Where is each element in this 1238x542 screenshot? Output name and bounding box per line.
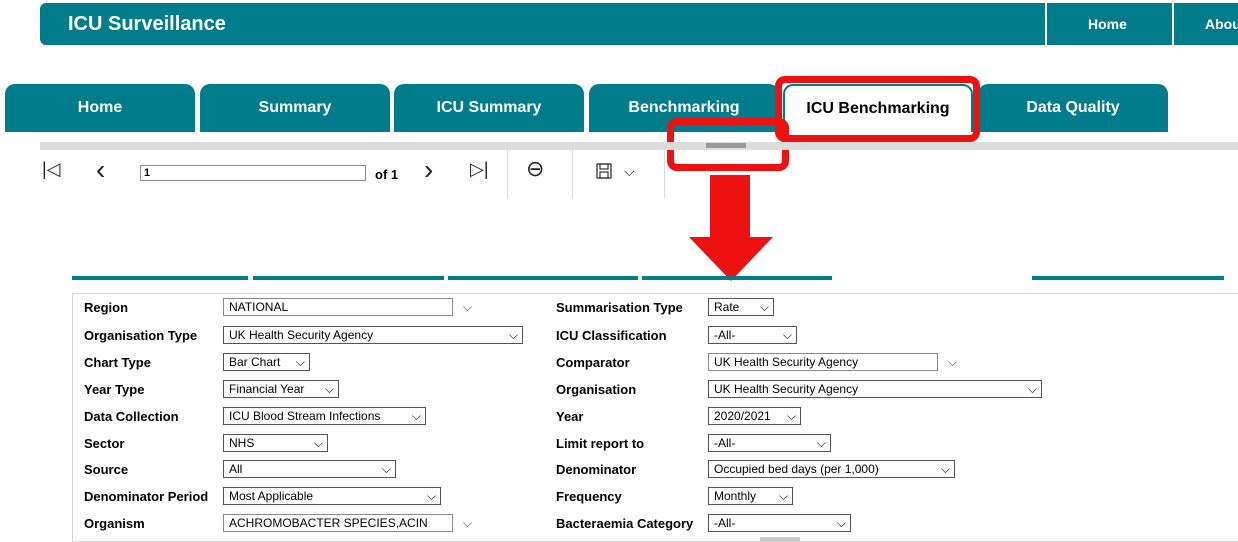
chevron-down-icon: ⌵ xyxy=(759,300,769,314)
previous-page-icon[interactable]: ‹ xyxy=(96,156,105,184)
param-label-comparator: Comparator xyxy=(556,355,630,370)
tab-icu-summary[interactable]: ICU Summary xyxy=(394,84,584,132)
report-toolbar-divider xyxy=(40,142,1238,150)
chevron-down-icon: ⌵ xyxy=(313,436,323,450)
sector-select[interactable]: NHS ⌵ xyxy=(223,434,328,452)
app-title: ICU Surveillance xyxy=(68,13,226,35)
chevron-down-icon: ⌵ xyxy=(786,409,796,423)
chevron-down-icon: ⌵ xyxy=(816,436,826,450)
panel-resize-handle[interactable] xyxy=(760,537,800,542)
header-divider xyxy=(1045,3,1047,45)
toolbar-separator xyxy=(664,150,665,198)
param-label-data-collection: Data Collection xyxy=(84,409,179,424)
year-select[interactable]: 2020/2021 ⌵ xyxy=(708,407,801,425)
param-label-sector: Sector xyxy=(84,436,125,451)
parameters-toggle-handle[interactable] xyxy=(706,143,746,148)
header-link-home[interactable]: Home xyxy=(1088,16,1127,32)
param-label-region: Region xyxy=(84,300,129,315)
chevron-down-icon: ⌵ xyxy=(426,489,436,503)
param-label-source: Source xyxy=(84,462,129,477)
chevron-down-icon: ⌵ xyxy=(940,462,950,476)
tab-benchmarking[interactable]: Benchmarking xyxy=(589,84,779,132)
annotation-arrow-shaft xyxy=(710,175,750,239)
toolbar-separator xyxy=(507,150,508,198)
toolbar-separator xyxy=(572,150,573,198)
denominator-select[interactable]: Occupied bed days (per 1,000) ⌵ xyxy=(708,460,955,478)
param-label-summarisation-type: Summarisation Type xyxy=(556,300,683,315)
tab-icu-benchmarking[interactable]: ICU Benchmarking xyxy=(783,84,973,132)
param-label-organisation-type: Organisation Type xyxy=(84,328,198,343)
back-to-parent-icon[interactable]: ⊖ xyxy=(526,158,544,180)
save-icon[interactable] xyxy=(596,161,612,183)
chevron-down-icon: ⌵ xyxy=(508,328,518,342)
param-label-chart-type: Chart Type xyxy=(84,355,151,370)
comparator-field[interactable]: UK Health Security Agency xyxy=(708,353,938,371)
organisation-select[interactable]: UK Health Security Agency ⌵ xyxy=(708,380,1042,398)
comparator-dropdown-chevron-icon[interactable]: ⌵ xyxy=(948,355,957,370)
frequency-select[interactable]: Monthly ⌵ xyxy=(708,487,793,505)
chevron-down-icon: ⌵ xyxy=(381,462,391,476)
organism-dropdown-chevron-icon[interactable]: ⌵ xyxy=(463,516,472,531)
chevron-down-icon: ⌵ xyxy=(778,489,788,503)
param-label-year-type: Year Type xyxy=(84,382,145,397)
param-label-organism: Organism xyxy=(84,516,145,531)
organisation-type-select[interactable]: UK Health Security Agency ⌵ xyxy=(223,326,523,344)
denominator-period-select[interactable]: Most Applicable ⌵ xyxy=(223,487,441,505)
chevron-down-icon: ⌵ xyxy=(836,516,846,530)
organism-field[interactable]: ACHROMOBACTER SPECIES,ACIN xyxy=(223,514,453,532)
param-label-denominator-period: Denominator Period xyxy=(84,489,209,504)
annotation-arrow-head xyxy=(689,237,773,281)
header-divider xyxy=(1172,3,1174,45)
next-page-icon[interactable]: › xyxy=(424,156,433,184)
param-label-frequency: Frequency xyxy=(556,489,622,504)
page-count-label: of 1 xyxy=(375,167,399,182)
first-page-icon[interactable]: |◁ xyxy=(42,160,61,178)
chevron-down-icon: ⌵ xyxy=(324,382,334,396)
tab-summary[interactable]: Summary xyxy=(200,84,390,132)
column-header-line xyxy=(253,276,444,280)
data-collection-select[interactable]: ICU Blood Stream Infections ⌵ xyxy=(223,407,426,425)
chevron-down-icon: ⌵ xyxy=(782,328,792,342)
chart-type-select[interactable]: Bar Chart ⌵ xyxy=(223,353,310,371)
top-navigation-bar: ICU Surveillance Home Abou xyxy=(40,3,1238,45)
chevron-down-icon: ⌵ xyxy=(411,409,421,423)
summarisation-type-select[interactable]: Rate ⌵ xyxy=(708,298,774,316)
column-header-line xyxy=(448,276,638,280)
param-label-year: Year xyxy=(556,409,584,424)
chevron-down-icon: ⌵ xyxy=(295,355,305,369)
chevron-down-icon: ⌵ xyxy=(1027,382,1037,396)
limit-report-to-select[interactable]: -All- ⌵ xyxy=(708,434,831,452)
header-link-about[interactable]: Abou xyxy=(1205,16,1238,32)
icu-classification-select[interactable]: -All- ⌵ xyxy=(708,326,797,344)
param-label-icu-classification: ICU Classification xyxy=(556,328,667,343)
region-field[interactable]: NATIONAL xyxy=(223,298,453,316)
tab-home[interactable]: Home xyxy=(5,84,195,132)
param-label-organisation: Organisation xyxy=(556,382,637,397)
export-dropdown-chevron-icon[interactable]: ⌵ xyxy=(624,164,635,178)
param-label-limit-report-to: Limit report to xyxy=(556,436,645,451)
page-number-input[interactable]: 1 xyxy=(140,165,366,181)
param-label-denominator: Denominator xyxy=(556,462,637,477)
year-type-select[interactable]: Financial Year ⌵ xyxy=(223,380,339,398)
param-label-bacteraemia-category: Bacteraemia Category xyxy=(556,516,694,531)
source-select[interactable]: All ⌵ xyxy=(223,460,396,478)
column-header-line xyxy=(642,276,832,280)
last-page-icon[interactable]: ▷| xyxy=(470,160,489,178)
bacteraemia-category-select[interactable]: -All- ⌵ xyxy=(708,514,851,532)
column-header-line xyxy=(1032,276,1224,280)
column-header-line xyxy=(72,276,248,280)
region-dropdown-chevron-icon[interactable]: ⌵ xyxy=(463,300,472,315)
tab-data-quality[interactable]: Data Quality xyxy=(978,84,1168,132)
